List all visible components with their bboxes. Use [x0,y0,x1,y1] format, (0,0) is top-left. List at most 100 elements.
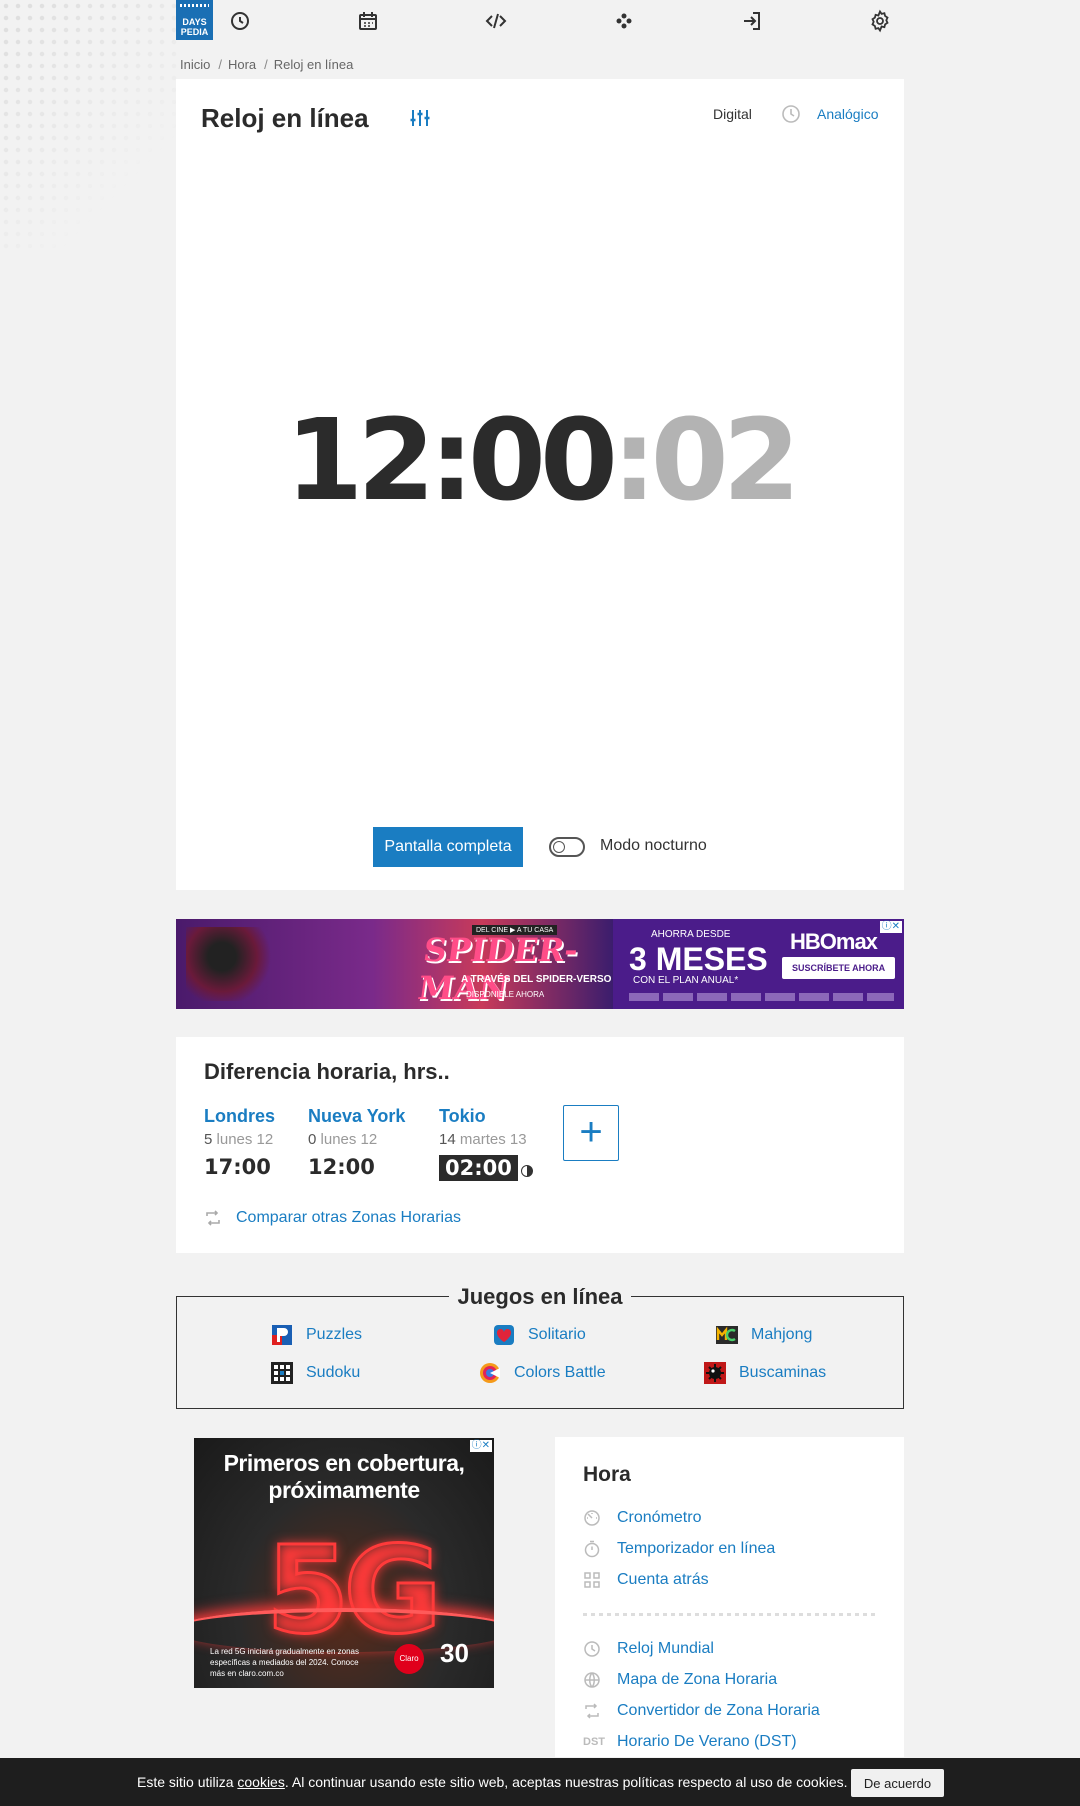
clock-time-main: 12:00 [285,396,618,526]
game-mahjong[interactable]: Mahjong [715,1323,812,1347]
heart-card-icon [492,1323,516,1347]
game-label: Colors Battle [514,1364,606,1381]
code-icon[interactable] [484,9,508,33]
city-date: 14 martes 13 [439,1131,533,1148]
game-solitario[interactable]: Solitario [492,1323,586,1347]
claro-logo: Claro [394,1644,424,1674]
city-offset: 0 [308,1131,317,1148]
ad2-anniversary: 30 [440,1638,469,1668]
dst-icon: DST [583,1736,605,1748]
login-icon[interactable] [740,9,764,33]
ad-months: 3 MESES [629,941,768,977]
time-difference-title: Diferencia horaria, hrs.. [204,1059,450,1084]
countdown-icon [583,1571,601,1589]
ad-subtitle: A TRAVÉS DEL SPIDER-VERSO [461,974,612,985]
compare-timezones-link[interactable]: Comparar otras Zonas Horarias [204,1209,461,1227]
cookie-policy-link[interactable]: cookies [237,1774,284,1790]
site-logo[interactable]: DAYS PEDIA [176,0,213,40]
breadcrumb-inicio[interactable]: Inicio [180,57,210,72]
game-label: Solitario [528,1326,586,1343]
adchoices-icon[interactable]: ⓘ✕ [879,921,902,933]
ad-spiderman[interactable]: DEL CINE ▶ A TU CASA SPIDER-MAN A TRAVÉS… [176,919,613,1009]
globe-icon [583,1671,601,1689]
mode-digital[interactable]: Digital [713,106,752,122]
city-time: 17:00 [204,1155,271,1179]
game-puzzles[interactable]: Puzzles [270,1323,362,1347]
clock-icon[interactable] [228,9,252,33]
city-name[interactable]: Nueva York [308,1106,405,1127]
link-cuenta-atras[interactable]: Cuenta atrás [583,1571,709,1589]
link-reloj-mundial[interactable]: Reloj Mundial [583,1640,714,1658]
sudoku-grid-icon [270,1361,294,1385]
mode-analog-link[interactable]: Analógico [817,106,879,122]
clock-icon [583,1640,601,1658]
city-londres: Londres 5 lunes 12 17:00 [204,1106,275,1179]
background-dots [0,0,180,250]
city-day: lunes 12 [320,1131,378,1148]
stopwatch-icon [583,1509,601,1527]
games-box: Juegos en línea Puzzles Solitario Mahjon… [176,1284,904,1409]
link-label: Reloj Mundial [617,1640,714,1657]
city-date: 0 lunes 12 [308,1131,405,1148]
link-convertidor[interactable]: Convertidor de Zona Horaria [583,1702,820,1720]
swap-icon [204,1209,222,1227]
timer-icon [583,1540,601,1558]
adchoices-icon[interactable]: ⓘ✕ [469,1440,492,1452]
city-offset: 14 [439,1131,456,1148]
breadcrumb-current: Reloj en línea [273,57,354,72]
ad-plan: CON EL PLAN ANUAL* [633,975,739,986]
breadcrumb-hora[interactable]: Hora [228,57,256,72]
game-colors-battle[interactable]: Colors Battle [478,1361,606,1385]
analog-clock-icon [781,104,801,124]
page-title: Reloj en línea [201,103,369,133]
city-name[interactable]: Londres [204,1106,275,1127]
sliders-icon[interactable] [408,106,432,130]
cookie-accept-button[interactable]: De acuerdo [851,1769,944,1797]
game-sudoku[interactable]: Sudoku [270,1361,360,1385]
puzzle-icon [270,1323,294,1347]
city-tokio: Tokio 14 martes 13 02:00 [439,1106,533,1181]
ad-fine-print [629,993,894,1001]
logo-line1: DAYS [182,17,207,27]
fullscreen-button[interactable]: Pantalla completa [373,827,523,867]
clock-card: Reloj en línea Digital Analógico 12:00:0… [176,79,904,890]
link-label: Convertidor de Zona Horaria [617,1702,820,1719]
link-mapa-zona[interactable]: Mapa de Zona Horaria [583,1671,777,1689]
ad-claro-5g[interactable]: Primeros en cobertura, próximamente 5G L… [194,1438,494,1688]
ad2-legal: La red 5G iniciará gradualmente en zonas… [210,1647,359,1678]
link-temporizador[interactable]: Temporizador en línea [583,1540,775,1558]
gear-icon[interactable] [868,9,892,33]
ad-brand: HBOmax [790,929,878,954]
ad-hbomax[interactable]: AHORRA DESDE 3 MESES CON EL PLAN ANUAL* … [613,919,904,1009]
link-cronometro[interactable]: Cronómetro [583,1509,701,1527]
ad-cta-button[interactable]: SUSCRÍBETE AHORA [782,957,896,979]
cookie-text-before: Este sitio utiliza [137,1774,238,1790]
city-nueva-york: Nueva York 0 lunes 12 12:00 [308,1106,405,1179]
city-time: 02:00 [439,1155,518,1181]
cookie-text-after: . Al continuar usando este sitio web, ac… [284,1774,848,1790]
ad-banner[interactable]: DEL CINE ▶ A TU CASA SPIDER-MAN A TRAVÉS… [176,919,904,1009]
game-buscaminas[interactable]: Buscaminas [703,1361,826,1385]
city-name[interactable]: Tokio [439,1106,533,1127]
link-label: Mapa de Zona Horaria [617,1671,778,1688]
cookie-text: Este sitio utiliza cookies. Al continuar… [137,1774,848,1790]
compare-label: Comparar otras Zonas Horarias [236,1209,461,1227]
link-horario-verano[interactable]: DST Horario De Verano (DST) [583,1733,797,1751]
colors-battle-icon [478,1361,502,1385]
calendar-icon[interactable] [356,9,380,33]
logo-line2: PEDIA [180,27,209,37]
city-date: 5 lunes 12 [204,1131,275,1148]
game-label: Buscaminas [739,1364,827,1381]
link-label: Cronómetro [617,1509,702,1526]
night-mode-toggle[interactable] [549,837,585,857]
link-label: Cuenta atrás [617,1571,709,1588]
ad2-headline: Primeros en cobertura, próximamente [223,1450,465,1503]
add-city-button[interactable]: + [563,1105,619,1161]
game-label: Mahjong [751,1326,813,1343]
city-day: lunes 12 [216,1131,274,1148]
game-label: Sudoku [306,1364,361,1381]
time-difference-card: Diferencia horaria, hrs.. Londres 5 lune… [176,1037,904,1253]
ad-from: AHORRA DESDE [651,929,731,940]
gamepad-icon[interactable] [612,9,636,33]
mahjong-icon [715,1323,739,1347]
